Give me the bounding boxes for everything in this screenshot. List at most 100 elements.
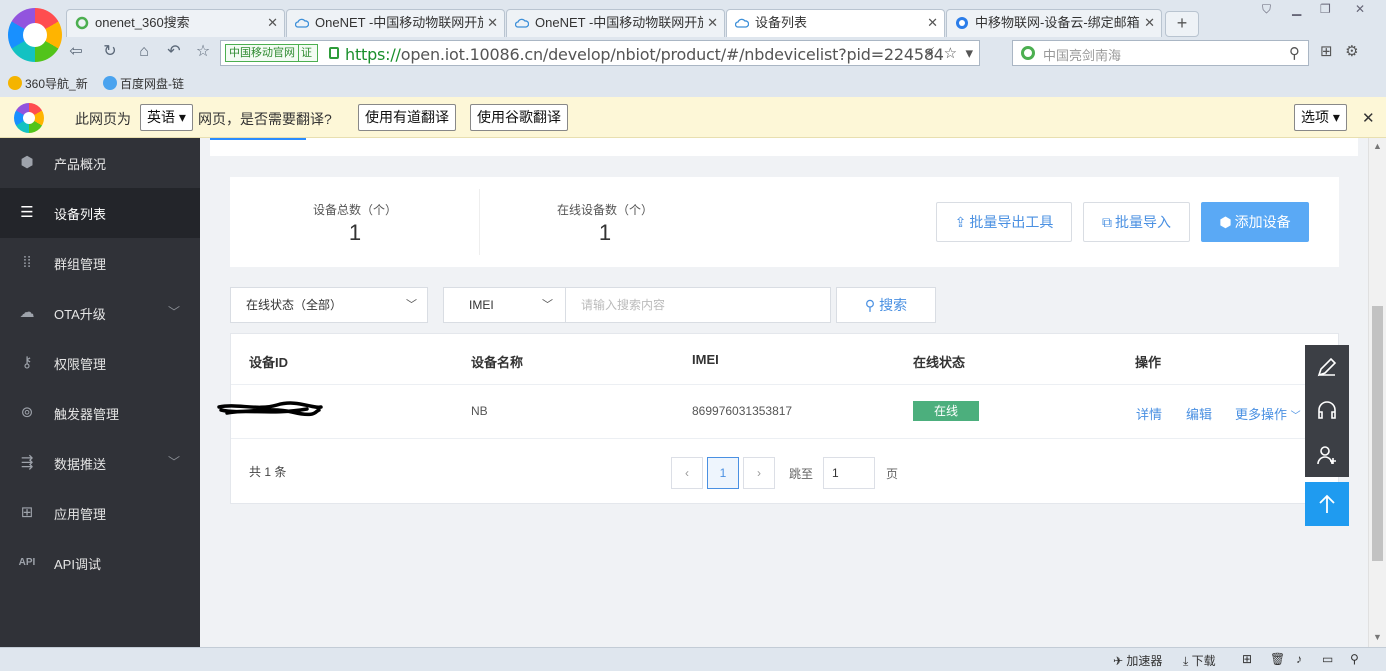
scroll-thumb[interactable] <box>1372 306 1383 561</box>
address-bar[interactable]: 中国移动官网证 https://open.iot.10086.cn/develo… <box>220 40 980 66</box>
browser-logo-icon[interactable] <box>8 8 62 62</box>
edit-pencil-icon[interactable] <box>1305 345 1349 389</box>
more-actions-link[interactable]: 更多操作 ﹀ <box>1235 404 1301 423</box>
browser-tab[interactable]: OneNET -中国移动物联网开放 ✕ <box>506 9 725 37</box>
address-actions: ⚡ ☆ ▾ <box>925 44 973 62</box>
bookmark-star-icon[interactable]: ☆ <box>944 45 957 62</box>
download-icon: ⤓ <box>1183 654 1189 668</box>
browser-chrome: onenet_360搜索 ✕ OneNET -中国移动物联网开放 ✕ OneNE… <box>0 0 1386 97</box>
page-scrollbar[interactable]: ▲ ▼ <box>1368 138 1386 647</box>
edit-link[interactable]: 编辑 <box>1186 404 1212 423</box>
bookmark-item[interactable]: 百度网盘-链 <box>103 75 184 92</box>
bookmark-item[interactable]: 360导航_新 <box>8 75 88 92</box>
sidebar-item-apps[interactable]: ⊞ 应用管理 <box>0 488 200 538</box>
sidebar-item-label: 群组管理 <box>54 257 107 272</box>
sidebar-item-label: 产品概况 <box>54 157 107 172</box>
column-header-status: 在线状态 <box>913 355 966 370</box>
jump-label: 跳至 <box>789 467 814 481</box>
batch-import-label: 批量导入 <box>1115 214 1171 230</box>
detail-link[interactable]: 详情 <box>1136 404 1162 423</box>
main-content: 设备总数（个） 1 在线设备数（个） 1 ⇪ 批量导出工具 ⧉ 批量导入 ⬢ 添加设备… <box>200 138 1368 647</box>
jump-page-input[interactable] <box>823 457 875 489</box>
page-button-current[interactable]: 1 <box>707 457 739 489</box>
apps-icon: ⊞ <box>20 504 34 521</box>
google-translate-button[interactable]: 使用谷歌翻译 <box>470 104 568 131</box>
dropdown-icon[interactable]: ▾ <box>965 45 973 62</box>
sidebar-item-overview[interactable]: ⬢ 产品概况 <box>0 138 200 188</box>
screen-icon[interactable]: ▭ <box>1322 652 1333 666</box>
close-icon[interactable]: ✕ <box>1144 10 1155 36</box>
sidebar-item-api-debug[interactable]: API API调试 <box>0 538 200 588</box>
tab-strip: onenet_360搜索 ✕ OneNET -中国移动物联网开放 ✕ OneNE… <box>66 9 1199 37</box>
add-device-button[interactable]: ⬢ 添加设备 <box>1201 202 1309 242</box>
download-item[interactable]: ⤓ 下载 <box>1183 652 1216 669</box>
sidebar-item-triggers[interactable]: ⊚ 触发器管理 <box>0 388 200 438</box>
export-tool-button[interactable]: ⇪ 批量导出工具 <box>936 202 1072 242</box>
browser-tab[interactable]: 中移物联网-设备云-绑定邮箱 ✕ <box>946 9 1162 37</box>
refresh-icon[interactable]: ↻ <box>100 42 120 62</box>
favorite-star-icon[interactable]: ☆ <box>193 42 213 62</box>
window-close-icon[interactable]: ✕ <box>1355 2 1365 16</box>
accelerator-item[interactable]: ✈ 加速器 <box>1113 652 1162 669</box>
scroll-down-icon[interactable]: ▼ <box>1373 632 1382 642</box>
close-icon[interactable]: ✕ <box>487 10 498 36</box>
headset-support-icon[interactable] <box>1305 389 1349 433</box>
undo-icon[interactable]: ↶ <box>164 42 184 62</box>
cube-icon: ⬢ <box>1219 214 1232 230</box>
redacted-device-id <box>217 401 323 417</box>
search-field-value: IMEI <box>469 298 494 312</box>
options-dropdown[interactable]: 选项 ▾ <box>1294 104 1347 131</box>
sidebar: ⬢ 产品概况 ☰ 设备列表 ⁞⁞ 群组管理 ☁ OTA升级 ﹀ ⚷ 权限管理 ⊚… <box>0 138 200 647</box>
search-icon[interactable]: ⚲ <box>1289 44 1300 62</box>
zoom-icon[interactable]: ⚲ <box>1350 652 1359 666</box>
add-user-icon[interactable] <box>1305 433 1349 477</box>
close-icon[interactable]: ✕ <box>927 10 938 36</box>
options-label: 选项 <box>1301 109 1329 125</box>
bookmark-label: 百度网盘-链 <box>120 77 184 91</box>
back-icon[interactable]: ⇦ <box>66 42 86 62</box>
tab-title: OneNET -中国移动物联网开放 <box>535 15 703 30</box>
close-icon[interactable]: ✕ <box>1362 109 1375 127</box>
next-page-button[interactable]: › <box>743 457 775 489</box>
search-input[interactable] <box>565 287 831 323</box>
lightning-icon[interactable]: ⚡ <box>925 45 936 62</box>
new-tab-button[interactable]: + <box>1165 11 1199 37</box>
tab-title: 中移物联网-设备云-绑定邮箱 <box>975 15 1140 30</box>
translate-bar: 此网页为 英语 ▾ 网页，是否需要翻译? 使用有道翻译 使用谷歌翻译 选项 ▾ … <box>0 97 1386 138</box>
close-icon[interactable]: ✕ <box>707 10 718 36</box>
url-scheme: https:// <box>345 45 401 64</box>
search-field-select[interactable]: IMEI ﹀ <box>443 287 566 323</box>
browser-tab[interactable]: onenet_360搜索 ✕ <box>66 9 285 37</box>
skin-icon[interactable]: ⛉ <box>1262 2 1271 17</box>
minimize-icon[interactable]: ▁ <box>1292 2 1301 16</box>
restore-icon[interactable]: ❐ <box>1320 2 1331 16</box>
sidebar-item-ota[interactable]: ☁ OTA升级 ﹀ <box>0 288 200 338</box>
online-devices-stat: 在线设备数（个） 1 <box>480 201 730 246</box>
browser-tab[interactable]: OneNET -中国移动物联网开放 ✕ <box>286 9 505 37</box>
status-filter-select[interactable]: 在线状态（全部） ﹀ <box>230 287 428 323</box>
prev-page-button[interactable]: ‹ <box>671 457 703 489</box>
sidebar-item-groups[interactable]: ⁞⁞ 群组管理 <box>0 238 200 288</box>
browser-tab-active[interactable]: 设备列表 ✕ <box>726 9 945 37</box>
volume-icon[interactable]: ♪ <box>1296 652 1302 666</box>
sidebar-item-device-list[interactable]: ☰ 设备列表 <box>0 188 200 238</box>
scroll-up-icon[interactable]: ▲ <box>1373 141 1382 151</box>
site-cert-badge[interactable]: 中国移动官网证 <box>225 44 318 62</box>
wrench-icon[interactable]: ⚙ <box>1345 43 1358 60</box>
youdao-translate-button[interactable]: 使用有道翻译 <box>358 104 456 131</box>
trash-icon[interactable]: 🗑 <box>1270 652 1285 666</box>
home-icon[interactable]: ⌂ <box>134 42 154 62</box>
sidebar-item-data-push[interactable]: ⇶ 数据推送 ﹀ <box>0 438 200 488</box>
arrow-up-icon <box>1319 494 1335 513</box>
download-label: 下载 <box>1191 654 1216 668</box>
language-dropdown[interactable]: 英语 ▾ <box>140 104 193 131</box>
apps-icon[interactable]: ⊞ <box>1320 43 1333 60</box>
browser-search-box[interactable]: 中国亮剑南海 ⚲ <box>1012 40 1309 66</box>
back-to-top-button[interactable] <box>1305 482 1349 526</box>
sidebar-item-permissions[interactable]: ⚷ 权限管理 <box>0 338 200 388</box>
sidebar-item-label: 数据推送 <box>54 457 107 472</box>
close-icon[interactable]: ✕ <box>267 10 278 36</box>
new-window-icon[interactable]: ⊞ <box>1242 652 1252 666</box>
search-button[interactable]: ⚲ 搜索 <box>836 287 936 323</box>
batch-import-button[interactable]: ⧉ 批量导入 <box>1083 202 1190 242</box>
